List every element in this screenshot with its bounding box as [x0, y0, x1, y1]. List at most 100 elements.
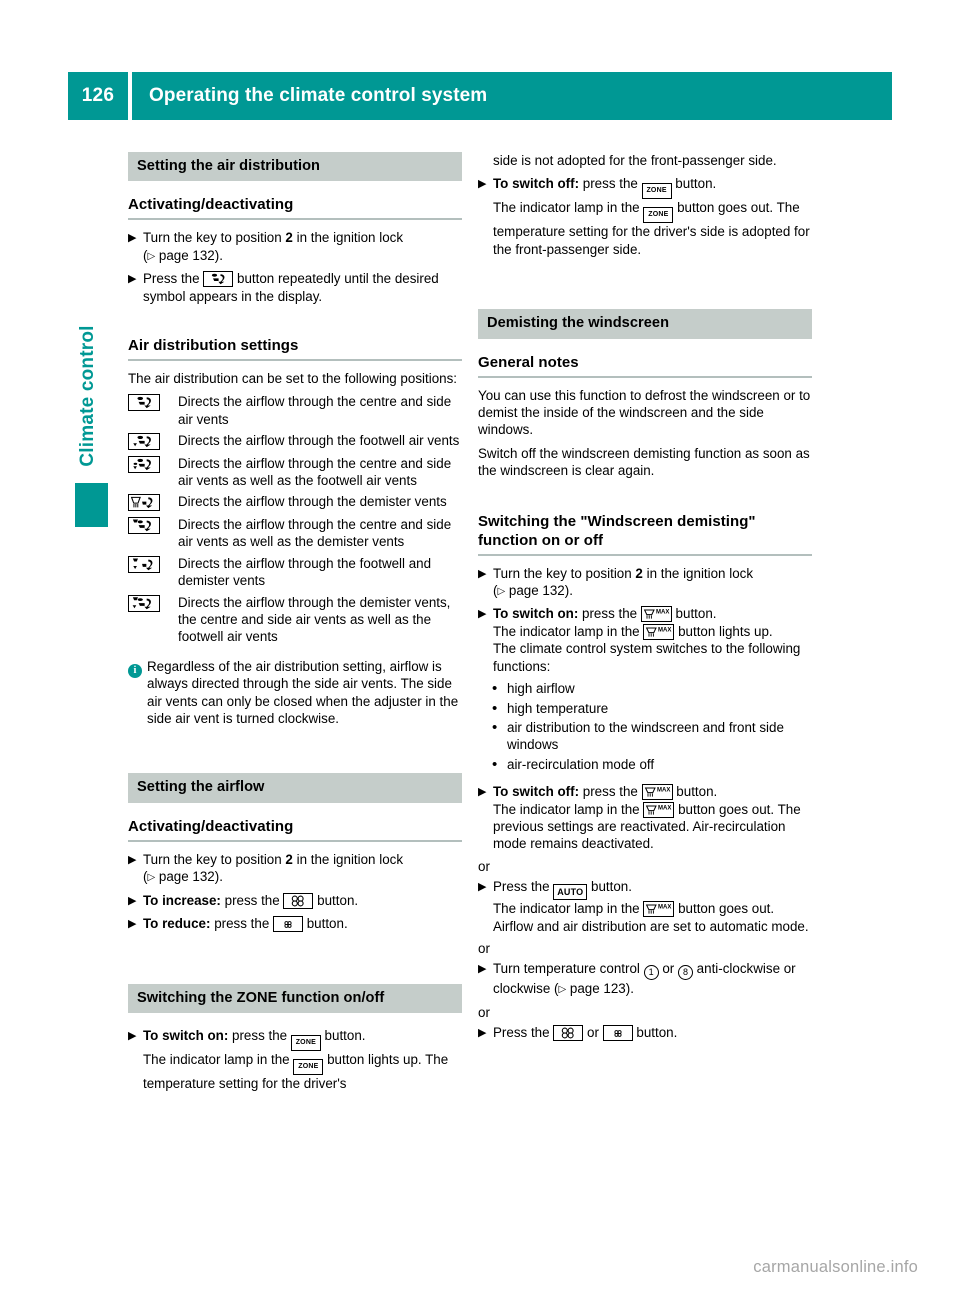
fan-reduce-button-icon[interactable] — [273, 915, 303, 932]
step-text-post: button. — [303, 915, 348, 931]
zone-button-label: ZONE — [295, 1038, 316, 1046]
svg-text:MAX: MAX — [658, 905, 671, 911]
footwell-vents-icon — [128, 433, 160, 451]
svg-text:MAX: MAX — [657, 788, 670, 794]
centre-vents-icon — [128, 394, 160, 412]
step-text-post: in the ignition lock — [642, 565, 754, 581]
icon-definition-row: Directs the airflow through the centre a… — [128, 455, 462, 490]
step-text: To switch off: press the ZONE button. Th… — [493, 175, 812, 258]
step-item: ▶ To reduce: press the button. — [128, 915, 462, 933]
zone-button-icon[interactable]: ZONE — [641, 183, 672, 200]
temperature-control-right-marker: 8 — [677, 965, 693, 981]
section-heading-airflow: Setting the airflow — [128, 773, 462, 803]
key-position-value: 2 — [635, 565, 643, 581]
zone-button-icon[interactable]: ZONE — [293, 1058, 324, 1075]
step-marker-icon: ▶ — [478, 567, 487, 580]
step-marker-icon: ▶ — [128, 1029, 137, 1042]
icon-definition-row: Directs the airflow through the footwell… — [128, 555, 462, 590]
step-text-pre: Turn the key to position — [143, 851, 286, 867]
demist-max-button-icon[interactable]: MAX — [640, 606, 672, 623]
centre-footwell-vents-icon — [128, 455, 160, 473]
fan-increase-button-icon[interactable] — [283, 892, 314, 909]
step-text: To switch on: press the ZONE button. The… — [143, 1027, 462, 1092]
step-text: Press the AUTO button. The indicator lam… — [493, 878, 812, 935]
step-text: Turn the key to position 2 in the igniti… — [143, 851, 404, 885]
step-item: ▶ To increase: press the button. — [128, 892, 462, 910]
footer-watermark: carmanualsonline.info — [753, 1258, 918, 1276]
step-text-mid: or — [583, 1025, 603, 1041]
step-item: ▶ Turn the key to position 2 in the igni… — [478, 565, 812, 601]
icon-definition-row: Directs the airflow through the demister… — [128, 594, 462, 646]
step-marker-icon: ▶ — [128, 853, 137, 866]
step-lead-label: To switch on: — [143, 1027, 229, 1043]
step-item: ▶ Press the button repeatedly until the … — [128, 270, 462, 305]
step-text: To switch off: press the MAX button. The… — [493, 783, 812, 853]
page-ref-text: page 123). — [566, 981, 634, 997]
step-line2-pre: The indicator lamp in the — [493, 623, 644, 639]
step-text: To reduce: press the button. — [143, 915, 462, 933]
subheading-switching-windscreen-demisting: Switching the "Windscreen demisting" fun… — [478, 512, 812, 556]
bullet-icon: • — [492, 680, 498, 698]
step-lead-label: To reduce: — [143, 915, 211, 931]
side-tab-label: Climate control — [77, 325, 98, 467]
list-item: • air-recirculation mode off — [478, 756, 812, 773]
zone-button-label: ZONE — [646, 187, 667, 195]
step-text-mid: press the — [579, 784, 642, 800]
icon-description: Directs the airflow through the footwell… — [178, 555, 432, 589]
icon-description: Directs the airflow through the centre a… — [178, 394, 452, 427]
paragraph: Switch off the windscreen demisting func… — [478, 445, 810, 479]
step-item: ▶ Turn temperature control 1 or 8 anti-c… — [478, 960, 812, 998]
step-text: To increase: press the button. — [143, 892, 462, 910]
fan-reduce-button-icon[interactable] — [602, 1025, 633, 1042]
list-item: • air distribution to the windscreen and… — [478, 719, 812, 754]
demist-max-button-icon[interactable]: MAX — [643, 801, 675, 818]
step-item: ▶ Press the AUTO button. The indicator l… — [478, 878, 812, 935]
list-item: • high airflow — [478, 680, 812, 697]
or-label: or — [478, 940, 490, 956]
intro-paragraph: The air distribution can be set to the f… — [128, 371, 457, 387]
step-item: ▶ Press the or button. — [478, 1024, 812, 1042]
zone-button-icon[interactable]: ZONE — [643, 207, 674, 224]
step-line2-pre: The indicator lamp in the — [143, 1051, 294, 1067]
demist-max-button-icon[interactable]: MAX — [643, 623, 675, 640]
step-lead-label: To switch off: — [493, 784, 580, 800]
list-item-text: high airflow — [507, 681, 575, 697]
step-text-mid: press the — [578, 606, 641, 622]
right-column: side is not adopted for the front-passen… — [478, 152, 812, 1047]
icon-description: Directs the airflow through the centre a… — [178, 516, 452, 550]
step-marker-icon: ▶ — [478, 881, 487, 894]
icon-definition-row: Directs the airflow through the footwell… — [128, 432, 462, 451]
auto-button-icon[interactable]: AUTO — [553, 884, 588, 901]
info-icon: i — [128, 663, 142, 678]
icon-description: Directs the airflow through the demister… — [178, 594, 451, 645]
icon-description: Directs the airflow through the footwell… — [178, 433, 460, 449]
step-text-post: in the ignition lock — [292, 851, 404, 867]
icon-cell — [128, 455, 178, 490]
footwell-demister-vents-icon — [128, 555, 160, 573]
step-text-pre: Press the — [143, 271, 204, 287]
zone-button-icon[interactable]: ZONE — [290, 1034, 321, 1051]
step-text: Turn the key to position 2 in the igniti… — [143, 229, 462, 265]
step-text-mid: press the — [228, 1027, 291, 1043]
demist-max-button-icon[interactable]: MAX — [641, 784, 673, 801]
icon-cell — [128, 516, 178, 551]
step-line3: The climate control system switches to t… — [493, 641, 801, 674]
demist-max-button-icon[interactable]: MAX — [643, 901, 675, 918]
list-item-text: air-recirculation mode off — [507, 756, 655, 772]
fan-increase-button-icon[interactable] — [553, 1025, 584, 1042]
step-line2-post: button lights up. — [674, 623, 773, 639]
list-item: • high temperature — [478, 700, 812, 717]
bullet-icon: • — [492, 755, 498, 773]
left-column: Setting the air distribution Activating/… — [128, 152, 462, 1097]
icon-cell: i — [128, 658, 147, 728]
step-item: ▶ Turn the key to position 2 in the igni… — [128, 229, 462, 265]
step-marker-icon: ▶ — [478, 608, 487, 621]
icon-cell — [128, 393, 178, 428]
air-distribution-button-icon[interactable] — [203, 271, 234, 288]
icon-definition-row: Directs the airflow through the demister… — [128, 493, 462, 512]
or-label: or — [478, 1004, 490, 1020]
step-lead-label: To increase: — [143, 892, 221, 908]
step-marker-icon: ▶ — [478, 786, 487, 799]
